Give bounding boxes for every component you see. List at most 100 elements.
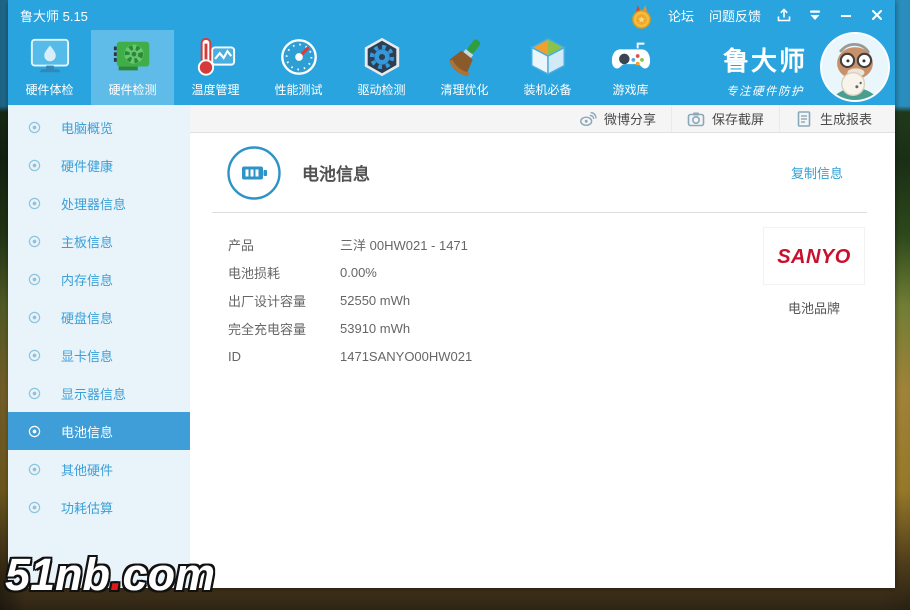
menu-dropdown-icon[interactable] bbox=[807, 7, 823, 23]
tab-label: 硬件体检 bbox=[25, 81, 73, 98]
sanyo-logo: SANYO bbox=[763, 227, 865, 285]
brand-name: 鲁大师 bbox=[723, 41, 807, 78]
weibo-icon bbox=[579, 110, 597, 128]
tab-label: 清理优化 bbox=[440, 81, 488, 98]
tab-essential-software[interactable]: 装机必备 bbox=[506, 30, 589, 105]
report-icon bbox=[795, 110, 813, 128]
tab-label: 性能测试 bbox=[274, 81, 322, 98]
camera-icon bbox=[687, 110, 705, 128]
watermark-text: 51nb bbox=[5, 549, 110, 600]
divider bbox=[212, 212, 867, 213]
sidebar-item-label: 电池信息 bbox=[61, 422, 113, 441]
tab-hardware-detect[interactable]: 硬件检测 bbox=[91, 30, 174, 105]
thermometer-chart-icon bbox=[194, 36, 238, 78]
field-value: 52550 mWh bbox=[340, 293, 410, 308]
gear-hexagon-icon bbox=[360, 36, 404, 78]
field-value: 三洋 00HW021 - 1471 bbox=[340, 235, 468, 254]
field-label: ID bbox=[228, 349, 340, 364]
sidebar-item-motherboard-info[interactable]: 主板信息 bbox=[8, 222, 190, 260]
page-title: 电池信息 bbox=[302, 160, 370, 185]
field-label: 产品 bbox=[228, 235, 340, 254]
field-label: 完全充电容量 bbox=[228, 319, 340, 338]
field-label: 电池损耗 bbox=[228, 263, 340, 282]
feedback-link[interactable]: 问题反馈 bbox=[709, 6, 761, 25]
forum-link[interactable]: 论坛 bbox=[668, 6, 694, 25]
cube-icon bbox=[526, 36, 570, 78]
sidebar-item-label: 主板信息 bbox=[61, 232, 113, 251]
radio-icon bbox=[28, 425, 41, 438]
sidebar-item-power-estimate[interactable]: 功耗估算 bbox=[8, 488, 190, 526]
brand-block: 鲁大师 专注硬件防护 bbox=[723, 41, 807, 99]
sidebar-item-label: 电脑概览 bbox=[61, 118, 113, 137]
field-value: 1471SANYO00HW021 bbox=[340, 349, 472, 364]
sidebar-item-label: 功耗估算 bbox=[61, 498, 113, 517]
radio-icon bbox=[28, 311, 41, 324]
save-screenshot-button[interactable]: 保存截屏 bbox=[671, 105, 779, 132]
tab-label: 装机必备 bbox=[523, 81, 571, 98]
tab-cleanup[interactable]: 清理优化 bbox=[423, 30, 506, 105]
watermark-51nb: 51nb.com bbox=[5, 549, 215, 601]
desktop-wallpaper: 鲁大师 5.15 论坛 问题反馈 bbox=[0, 0, 910, 610]
radio-icon bbox=[28, 235, 41, 248]
sidebar-item-battery-info[interactable]: 电池信息 bbox=[8, 412, 190, 450]
generate-report-button[interactable]: 生成报表 bbox=[779, 105, 887, 132]
field-value: 53910 mWh bbox=[340, 321, 410, 336]
brand-slogan: 专注硬件防护 bbox=[723, 83, 807, 99]
radio-icon bbox=[28, 197, 41, 210]
sidebar-item-other-hardware[interactable]: 其他硬件 bbox=[8, 450, 190, 488]
sidebar-item-computer-overview[interactable]: 电脑概览 bbox=[8, 108, 190, 146]
radio-icon bbox=[28, 159, 41, 172]
tab-temperature[interactable]: 温度管理 bbox=[174, 30, 257, 105]
field-label: 出厂设计容量 bbox=[228, 291, 340, 310]
battery-icon bbox=[226, 145, 282, 201]
copy-info-link[interactable]: 复制信息 bbox=[791, 163, 843, 182]
gpu-fan-icon bbox=[111, 36, 155, 78]
sidebar-item-memory-info[interactable]: 内存信息 bbox=[8, 260, 190, 298]
medal-icon[interactable] bbox=[630, 5, 653, 30]
field-row-battery-id: ID 1471SANYO00HW021 bbox=[228, 342, 895, 370]
weibo-share-label: 微博分享 bbox=[604, 109, 656, 128]
sidebar-item-label: 内存信息 bbox=[61, 270, 113, 289]
sidebar-item-label: 显示器信息 bbox=[61, 384, 126, 403]
content-header: 电池信息 复制信息 bbox=[190, 133, 895, 212]
sidebar-item-disk-info[interactable]: 硬盘信息 bbox=[8, 298, 190, 336]
window-title: 鲁大师 5.15 bbox=[20, 6, 88, 25]
sidebar: 电脑概览 硬件健康 处理器信息 主板信息 内存信息 硬盘信息 bbox=[8, 105, 190, 588]
mascot-face-icon bbox=[822, 34, 888, 100]
sidebar-item-label: 硬盘信息 bbox=[61, 308, 113, 327]
battery-info-panel: 电池信息 复制信息 产品 三洋 00HW021 - 1471 电池损耗 0.00… bbox=[190, 133, 895, 588]
tab-hardware-checkup[interactable]: 硬件体检 bbox=[8, 30, 91, 105]
sub-toolbar: 微博分享 保存截屏 生成报表 bbox=[190, 105, 895, 133]
brush-icon bbox=[443, 36, 487, 78]
field-row-full-charge-capacity: 完全充电容量 53910 mWh bbox=[228, 314, 895, 342]
tab-label: 游戏库 bbox=[612, 81, 648, 98]
weibo-share-button[interactable]: 微博分享 bbox=[564, 105, 671, 132]
sidebar-item-display-info[interactable]: 显示器信息 bbox=[8, 374, 190, 412]
tab-driver-detect[interactable]: 驱动检测 bbox=[340, 30, 423, 105]
battery-brand-box: SANYO 电池品牌 bbox=[763, 227, 865, 317]
radio-icon bbox=[28, 349, 41, 362]
radio-icon bbox=[28, 273, 41, 286]
sidebar-item-cpu-info[interactable]: 处理器信息 bbox=[8, 184, 190, 222]
sidebar-item-label: 显卡信息 bbox=[61, 346, 113, 365]
app-window: 鲁大师 5.15 论坛 问题反馈 bbox=[8, 0, 895, 588]
sidebar-item-label: 硬件健康 bbox=[61, 156, 113, 175]
minimize-button[interactable] bbox=[838, 7, 854, 23]
gauge-icon bbox=[277, 36, 321, 78]
monitor-drop-icon bbox=[28, 36, 72, 78]
close-button[interactable] bbox=[869, 7, 885, 23]
radio-icon bbox=[28, 463, 41, 476]
sidebar-item-label: 其他硬件 bbox=[61, 460, 113, 479]
watermark-text: com bbox=[123, 549, 216, 600]
share-upload-icon[interactable] bbox=[776, 7, 792, 23]
watermark-dot: . bbox=[110, 549, 123, 600]
sidebar-item-gpu-info[interactable]: 显卡信息 bbox=[8, 336, 190, 374]
sidebar-item-hardware-health[interactable]: 硬件健康 bbox=[8, 146, 190, 184]
main-nav: 硬件体检 硬件检测 bbox=[8, 30, 895, 105]
title-bar: 鲁大师 5.15 论坛 问题反馈 bbox=[8, 0, 895, 30]
tab-benchmark[interactable]: 性能测试 bbox=[257, 30, 340, 105]
radio-icon bbox=[28, 501, 41, 514]
tab-label: 硬件检测 bbox=[108, 81, 156, 98]
mascot-avatar[interactable] bbox=[820, 32, 890, 102]
tab-game-library[interactable]: 游戏库 bbox=[589, 30, 672, 105]
